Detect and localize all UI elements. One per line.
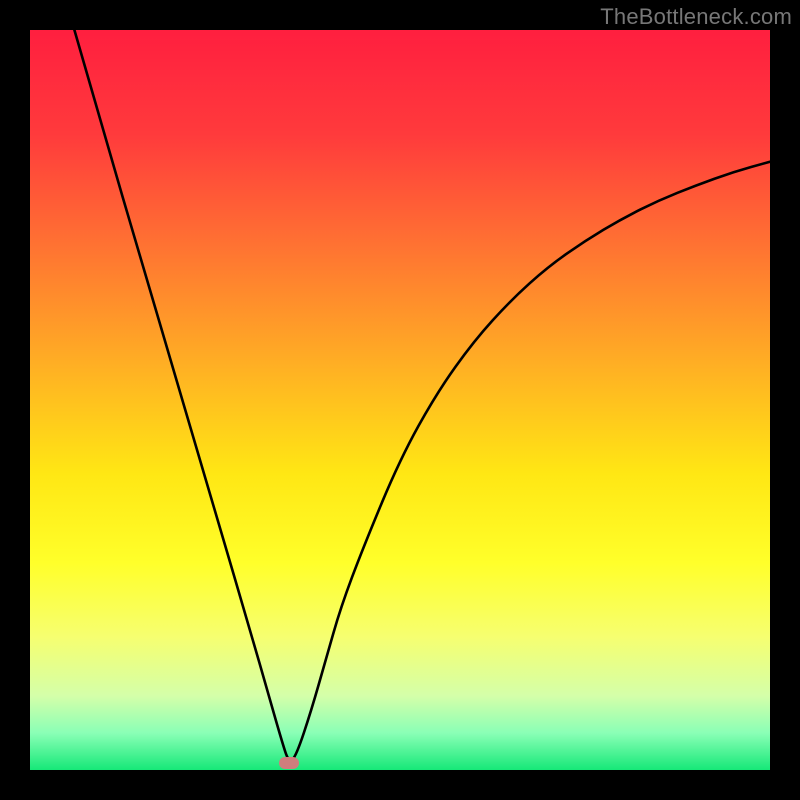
chart-frame: TheBottleneck.com	[0, 0, 800, 800]
watermark-text: TheBottleneck.com	[600, 4, 792, 30]
plot-area	[30, 30, 770, 770]
curve-svg	[30, 30, 770, 770]
bottleneck-curve	[74, 30, 770, 760]
optimal-point-marker	[279, 757, 299, 769]
